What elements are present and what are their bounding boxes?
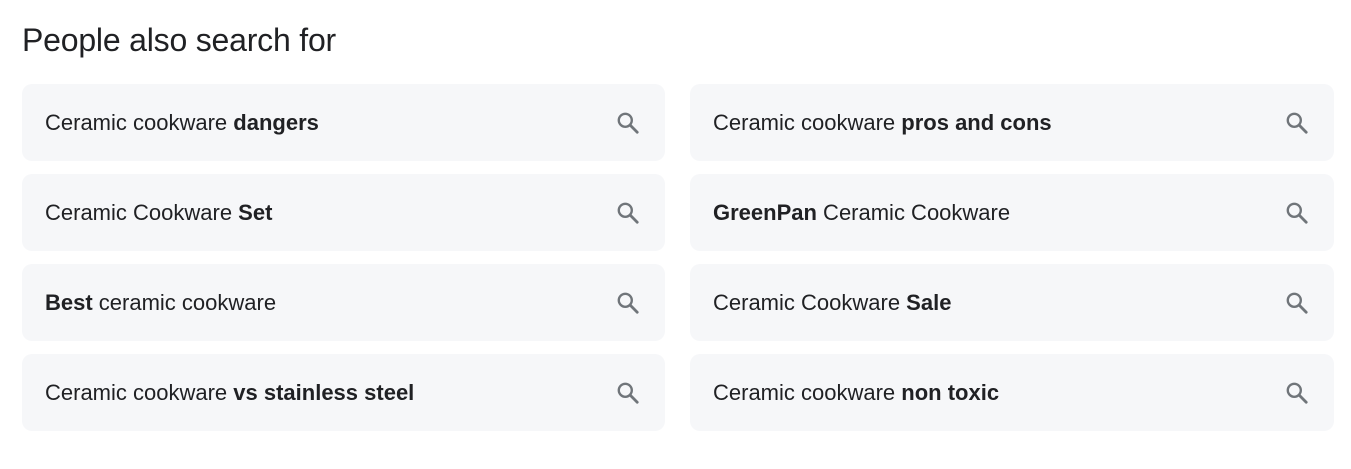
suggestion-chip[interactable]: Ceramic Cookware Set bbox=[22, 174, 665, 251]
suggestion-bold-term: Best bbox=[45, 289, 93, 315]
suggestion-base-term: Ceramic Cookware bbox=[45, 199, 239, 225]
search-icon bbox=[615, 200, 641, 226]
suggestion-text: Ceramic Cookware Sale bbox=[713, 289, 1284, 317]
search-icon bbox=[1284, 380, 1310, 406]
search-icon bbox=[1284, 290, 1310, 316]
suggestion-text: Best ceramic cookware bbox=[45, 289, 615, 317]
search-icon bbox=[1284, 110, 1310, 136]
search-icon bbox=[615, 110, 641, 136]
suggestion-text: Ceramic cookware pros and cons bbox=[713, 109, 1284, 137]
suggestion-text: Ceramic cookware vs stainless steel bbox=[45, 379, 615, 407]
suggestion-base-term: Ceramic cookware bbox=[45, 379, 234, 405]
suggestion-bold-term: non toxic bbox=[901, 379, 1000, 405]
suggestion-base-term: ceramic cookware bbox=[92, 289, 277, 315]
suggestion-chip[interactable]: Ceramic cookware non toxic bbox=[690, 354, 1334, 431]
suggestion-chip[interactable]: Ceramic cookware vs stainless steel bbox=[22, 354, 665, 431]
suggestion-chip[interactable]: Ceramic cookware dangers bbox=[22, 84, 665, 161]
suggestion-bold-term: GreenPan bbox=[713, 199, 817, 225]
suggestion-grid: Ceramic cookware dangers Ceramic cookware… bbox=[22, 84, 1334, 431]
suggestion-bold-term: vs stainless steel bbox=[233, 379, 415, 405]
suggestion-bold-term: Set bbox=[238, 199, 273, 225]
suggestion-bold-term: Sale bbox=[906, 289, 952, 315]
suggestion-text: Ceramic cookware non toxic bbox=[713, 379, 1284, 407]
suggestion-base-term: Ceramic Cookware bbox=[713, 289, 907, 315]
search-icon bbox=[1284, 200, 1310, 226]
suggestion-chip[interactable]: Ceramic cookware pros and cons bbox=[690, 84, 1334, 161]
section-title: People also search for bbox=[22, 22, 337, 58]
search-icon bbox=[615, 290, 641, 316]
suggestion-chip[interactable]: Ceramic Cookware Sale bbox=[690, 264, 1334, 341]
suggestion-text: Ceramic cookware dangers bbox=[45, 109, 615, 137]
suggestion-chip[interactable]: Best ceramic cookware bbox=[22, 264, 665, 341]
suggestion-bold-term: pros and cons bbox=[901, 109, 1052, 135]
suggestion-text: Ceramic Cookware Set bbox=[45, 199, 615, 227]
suggestion-bold-term: dangers bbox=[233, 109, 319, 135]
suggestion-base-term: Ceramic cookware bbox=[713, 379, 902, 405]
people-also-search-for: People also search for Ceramic cookware … bbox=[0, 0, 1351, 469]
suggestion-base-term: Ceramic cookware bbox=[45, 109, 234, 135]
suggestion-base-term: Ceramic cookware bbox=[713, 109, 902, 135]
suggestion-text: GreenPan Ceramic Cookware bbox=[713, 199, 1284, 227]
search-icon bbox=[615, 380, 641, 406]
suggestion-chip[interactable]: GreenPan Ceramic Cookware bbox=[690, 174, 1334, 251]
suggestion-base-term: Ceramic Cookware bbox=[816, 199, 1011, 225]
